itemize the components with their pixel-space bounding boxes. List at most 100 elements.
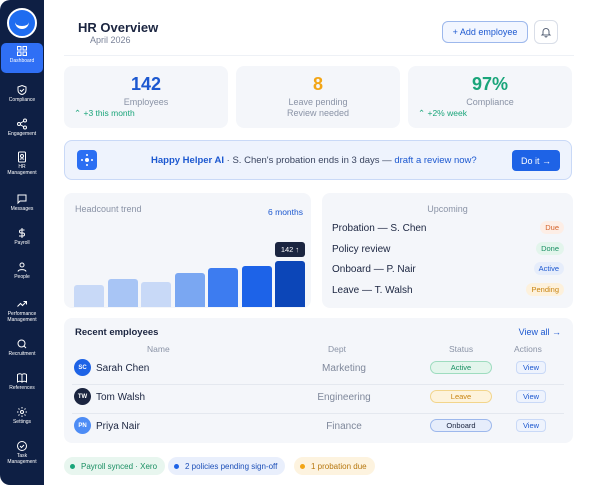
sidebar-item-task-management[interactable]: Task Management (1, 438, 43, 468)
status-badge: Onboard (430, 419, 492, 432)
sidebar-item-label: Messages (10, 206, 34, 212)
sparkle-icon (77, 150, 97, 170)
col-header-actions: Actions (514, 344, 542, 354)
sidebar-item-label: Settings (12, 419, 32, 425)
sidebar-item-dashboard[interactable]: Dashboard (1, 43, 43, 73)
sidebar-item-engagement[interactable]: Engagement (1, 116, 43, 146)
sidebar-item-references[interactable]: References (1, 370, 43, 400)
main-panel: HR Overview April 2026 + Add employee 14… (44, 0, 592, 485)
avatar: SC (74, 359, 91, 376)
sidebar-item-label: Task Management (7, 453, 37, 465)
view-button[interactable]: View (516, 361, 546, 374)
stat-delta: ⌃ +3 this month (74, 108, 135, 118)
stat-value: 142 (130, 74, 162, 94)
sidebar-item-label: Payroll (14, 240, 30, 246)
stat-compliance: 97% Compliance ⌃ +2% week (408, 66, 572, 128)
sidebar-item-payroll[interactable]: Payroll (1, 225, 43, 255)
chip-label: Payroll synced · Xero (81, 461, 158, 471)
status-dot-icon (174, 463, 179, 469)
ai-helper-banner: Happy Helper AI · S. Chen's probation en… (64, 140, 572, 180)
stat-label: Compliance (466, 97, 514, 107)
status-badge: Active (430, 361, 492, 374)
do-it-button[interactable]: Do it → (512, 150, 560, 171)
sidebar-item-performance-management[interactable]: Performance Management (1, 296, 43, 326)
person-icon (17, 262, 27, 272)
stat-delta-text: +3 this month (83, 108, 135, 118)
headcount-bar (241, 266, 272, 307)
employee-dept: Finance (326, 421, 362, 432)
upcoming-item-name: Leave — T. Walsh (332, 284, 413, 296)
chat-icon (17, 194, 27, 205)
sidebar-item-messages[interactable]: Messages (1, 191, 43, 221)
sidebar-item-label: HR Management (7, 164, 37, 176)
upcoming-item[interactable]: Leave — T. Walsh Pending (332, 282, 564, 297)
add-employee-button[interactable]: + Add employee (442, 21, 528, 43)
trend-range-select[interactable]: 6 months (268, 207, 303, 217)
sidebar-item-recruitment[interactable]: Recruitment (1, 336, 43, 366)
sidebar-item-compliance[interactable]: Compliance (1, 82, 43, 112)
sidebar-item-label: People (14, 274, 30, 280)
chip-label: 2 policies pending sign-off (185, 461, 278, 471)
app-logo-icon[interactable] (7, 8, 37, 38)
gear-icon (17, 407, 27, 417)
headcount-bar (141, 282, 171, 307)
upcoming-item-name: Onboard — P. Nair (332, 264, 416, 275)
status-badge: Leave (430, 390, 492, 403)
view-button[interactable]: View (516, 390, 546, 403)
table-row[interactable]: PN Priya Nair Finance Onboard View (72, 414, 564, 440)
view-all-link[interactable]: View all → (519, 327, 561, 337)
notifications-button[interactable] (534, 20, 558, 44)
employee-dept: Marketing (322, 363, 366, 374)
helper-text: · S. Chen's probation ends in 3 days — (224, 155, 395, 166)
recent-employees-card: Recent employees View all → Name Dept St… (64, 318, 573, 443)
page-title: HR Overview (78, 20, 159, 35)
headcount-bar (208, 268, 238, 307)
status-chip[interactable]: Payroll synced · Xero (64, 457, 166, 475)
chip-label: 1 probation due (311, 461, 367, 471)
employee-dept: Engineering (317, 392, 371, 403)
chart-tooltip: 142 ↑ (275, 242, 305, 257)
stat-note: Review needed (286, 108, 350, 118)
upcoming-item[interactable]: Onboard — P. Nair Active (332, 262, 564, 276)
sidebar-item-label: References (9, 385, 35, 391)
view-button[interactable]: View (516, 419, 546, 432)
search-icon (17, 339, 27, 349)
shield-check-icon (17, 84, 27, 96)
status-chip[interactable]: 1 probation due (294, 457, 375, 475)
bell-icon (540, 28, 552, 38)
sidebar-item-label: Compliance (8, 97, 36, 103)
status-chip[interactable]: 2 policies pending sign-off (168, 457, 286, 475)
stat-label: Leave pending (288, 97, 348, 107)
table-row[interactable]: TW Tom Walsh Engineering Leave View (72, 385, 564, 411)
book-icon (17, 373, 27, 383)
table-row[interactable]: SC Sarah Chen Marketing Active View (72, 356, 564, 382)
header-divider (64, 55, 574, 56)
sidebar-item-hr-management[interactable]: HR Management (1, 149, 43, 179)
upcoming-title: Upcoming (427, 204, 468, 214)
status-dot-icon (300, 463, 305, 469)
status-dot-icon (70, 463, 75, 469)
sidebar-item-label: Dashboard (9, 58, 35, 64)
sidebar-item-label: Engagement (7, 131, 37, 137)
upcoming-item-name: Policy review (332, 243, 391, 255)
upcoming-item[interactable]: Policy review Done (332, 241, 564, 256)
page-subtitle: April 2026 (90, 35, 131, 45)
headcount-trend-card: Headcount trend 6 months 142 ↑ (64, 193, 311, 308)
trend-title: Headcount trend (75, 204, 142, 214)
stat-leave: 8 Leave pending Review needed (236, 66, 400, 128)
headcount-bar (107, 279, 138, 307)
trend-up-icon (17, 301, 27, 307)
bar-chart: 142 ↑ (74, 223, 305, 307)
employee-name: Sarah Chen (96, 363, 150, 374)
employee-name: Priya Nair (96, 421, 140, 432)
status-badge: Pending (526, 282, 564, 296)
col-header-dept: Dept (328, 344, 346, 354)
headcount-bar (174, 273, 205, 307)
status-badge: Active (533, 262, 564, 275)
upcoming-item[interactable]: Probation — S. Chen Due (332, 221, 564, 235)
avatar: PN (74, 417, 91, 434)
helper-link[interactable]: draft a review now? (394, 155, 476, 166)
sidebar-item-settings[interactable]: Settings (1, 404, 43, 434)
upcoming-card: Upcoming Probation — S. Chen Due Policy re… (322, 193, 573, 308)
sidebar-item-people[interactable]: People (1, 259, 43, 289)
